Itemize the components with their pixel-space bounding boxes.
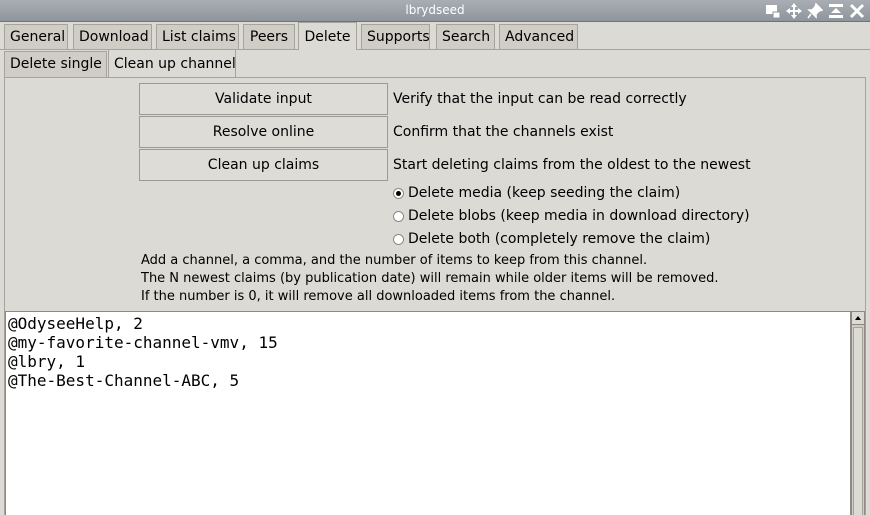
validate-input-button[interactable]: Validate input: [139, 83, 388, 115]
clean-up-claims-button[interactable]: Clean up claims: [139, 149, 388, 181]
radio-label: Delete both (completely remove the claim…: [408, 231, 711, 247]
radio-delete-media[interactable]: Delete media (keep seeding the claim): [393, 185, 680, 201]
radio-delete-both[interactable]: Delete both (completely remove the claim…: [393, 231, 710, 247]
scroll-thumb[interactable]: [853, 327, 863, 515]
tab-search[interactable]: Search: [436, 24, 495, 50]
validate-input-description: Verify that the input can be read correc…: [393, 91, 687, 107]
close-icon[interactable]: [848, 2, 866, 20]
help-text: Add a channel, a comma, and the number o…: [141, 252, 719, 306]
tab-advanced[interactable]: Advanced: [499, 24, 578, 50]
tab-supports[interactable]: Supports: [361, 24, 430, 50]
help-line: The N newest claims (by publication date…: [141, 271, 719, 286]
pin-icon[interactable]: [806, 2, 824, 20]
textarea-scrollbar[interactable]: [851, 311, 865, 515]
move-icon[interactable]: [785, 2, 803, 20]
radio-indicator[interactable]: [393, 187, 404, 199]
channel-list-textarea[interactable]: @OdyseeHelp, 2 @my-favorite-channel-vmv,…: [5, 311, 851, 515]
radio-label: Delete blobs (keep media in download dir…: [408, 208, 750, 224]
iconify-icon[interactable]: [764, 2, 782, 20]
resolve-online-button[interactable]: Resolve online: [139, 116, 388, 148]
radio-delete-blobs[interactable]: Delete blobs (keep media in download dir…: [393, 208, 750, 224]
tab-peers[interactable]: Peers: [243, 24, 295, 50]
tab-general[interactable]: General: [4, 24, 68, 50]
radio-indicator[interactable]: [393, 210, 404, 222]
tab-clean-up-channel[interactable]: Clean up channel: [108, 49, 236, 77]
window-title: lbrydseed: [405, 3, 465, 17]
help-line: Add a channel, a comma, and the number o…: [141, 253, 648, 268]
tab-delete-single[interactable]: Delete single: [4, 51, 107, 77]
help-line: If the number is 0, it will remove all d…: [141, 289, 616, 304]
resolve-online-description: Confirm that the channels exist: [393, 124, 614, 140]
radio-indicator[interactable]: [393, 233, 404, 245]
window-titlebar[interactable]: lbrydseed: [0, 0, 870, 22]
tab-list-claims[interactable]: List claims: [156, 24, 239, 50]
tab-delete[interactable]: Delete: [298, 22, 357, 50]
scroll-up-arrow-icon[interactable]: [852, 312, 864, 325]
maximize-icon[interactable]: [827, 2, 845, 20]
clean-up-claims-description: Start deleting claims from the oldest to…: [393, 157, 751, 173]
tab-download[interactable]: Download: [73, 24, 152, 50]
radio-label: Delete media (keep seeding the claim): [408, 185, 681, 201]
